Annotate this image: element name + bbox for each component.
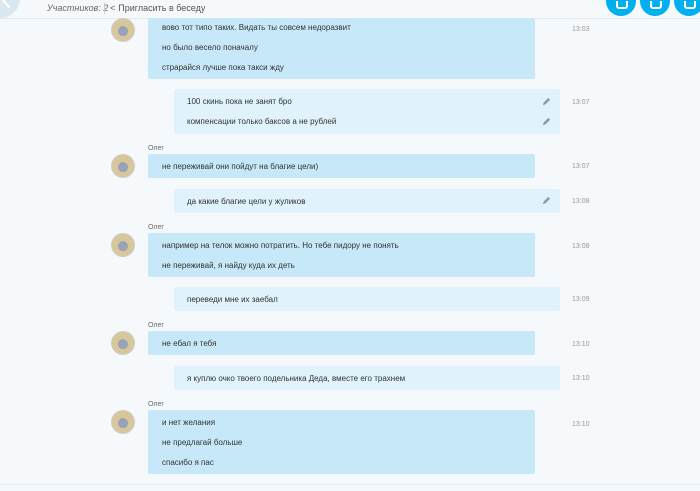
sender-name: Олег [148, 224, 164, 231]
message-bubble-outgoing[interactable]: я куплю очко твоего подельника Деда, вме… [174, 366, 560, 390]
message-line: да какие благие цели у жуликов [187, 197, 306, 206]
message-line: и нет желания [162, 418, 216, 427]
add-people-button[interactable] [674, 0, 700, 16]
message-bubble-incoming[interactable]: не переживай они пойдут на благие цели) [148, 154, 535, 178]
avatar[interactable] [111, 154, 135, 178]
message-bubble-incoming[interactable]: не ебал я тебя [148, 331, 535, 355]
avatar[interactable] [111, 18, 135, 42]
message-time: 13:09 [572, 296, 590, 303]
back-button[interactable] [0, 0, 20, 18]
message-time: 13:10 [572, 341, 590, 348]
message-time: 13:03 [572, 26, 590, 33]
edit-pencil-icon[interactable] [542, 97, 551, 106]
phone-icon [650, 1, 662, 9]
message-line: компенсации только баксов а не рублей [187, 117, 337, 126]
invite-label: Пригласить в беседу [118, 3, 206, 13]
audio-call-button[interactable] [640, 0, 670, 16]
video-icon [616, 1, 628, 9]
message-bubble-outgoing[interactable]: переведи мне их заебал [174, 287, 560, 311]
sender-name: Олег [148, 401, 164, 408]
message-line: не предлагай больше [162, 438, 243, 447]
message-line: не переживай, я найду куда их деть [162, 261, 295, 270]
add-people-icon [684, 1, 696, 9]
message-line: страрайся лучше пока такси жду [162, 63, 284, 72]
message-time: 13:08 [572, 198, 590, 205]
message-line: переведи мне их заебал [187, 295, 278, 304]
message-line: например на телок можно потратить. Но те… [162, 241, 399, 250]
avatar[interactable] [111, 410, 135, 434]
video-call-button[interactable] [606, 0, 636, 16]
message-bubble-incoming[interactable]: и нет желания не предлагай больше спасиб… [148, 410, 535, 474]
composer-divider [0, 484, 700, 485]
message-time: 13:10 [572, 421, 590, 428]
message-line: но было весело поначалу [162, 43, 258, 52]
conversation-header: Участников: 2 < Пригласить в беседу [0, 0, 700, 19]
message-time: 13:08 [572, 243, 590, 250]
message-line: не ебал я тебя [162, 339, 217, 348]
edit-pencil-icon[interactable] [542, 196, 551, 205]
message-line: 100 скинь пока не занят бро [187, 97, 292, 106]
message-bubble-outgoing[interactable]: 100 скинь пока не занят бро компенсации … [174, 89, 560, 134]
avatar[interactable] [111, 331, 135, 355]
header-divider [104, 3, 105, 14]
back-arrow-icon [1, 0, 17, 9]
participants-count[interactable]: Участников: 2 [47, 3, 108, 13]
invite-button[interactable]: < Пригласить в беседу [110, 3, 205, 13]
sender-name: Олег [148, 145, 164, 152]
message-bubble-incoming[interactable]: например на телок можно потратить. Но те… [148, 233, 535, 277]
message-line: вово тот типо таких. Видать ты совсем не… [162, 23, 351, 32]
message-bubble-incoming[interactable]: вово тот типо таких. Видать ты совсем не… [148, 18, 535, 79]
message-time: 13:10 [572, 375, 590, 382]
message-time: 13:07 [572, 99, 590, 106]
avatar[interactable] [111, 233, 135, 257]
share-icon: < [110, 3, 116, 13]
sender-name: Олег [148, 322, 164, 329]
message-bubble-outgoing[interactable]: да какие благие цели у жуликов [174, 189, 560, 213]
message-time: 13:07 [572, 163, 590, 170]
edit-pencil-icon[interactable] [542, 117, 551, 126]
message-line: спасибо я пас [162, 458, 214, 467]
message-line: я куплю очко твоего подельника Деда, вме… [187, 374, 406, 383]
message-line: не переживай они пойдут на благие цели) [162, 162, 319, 171]
